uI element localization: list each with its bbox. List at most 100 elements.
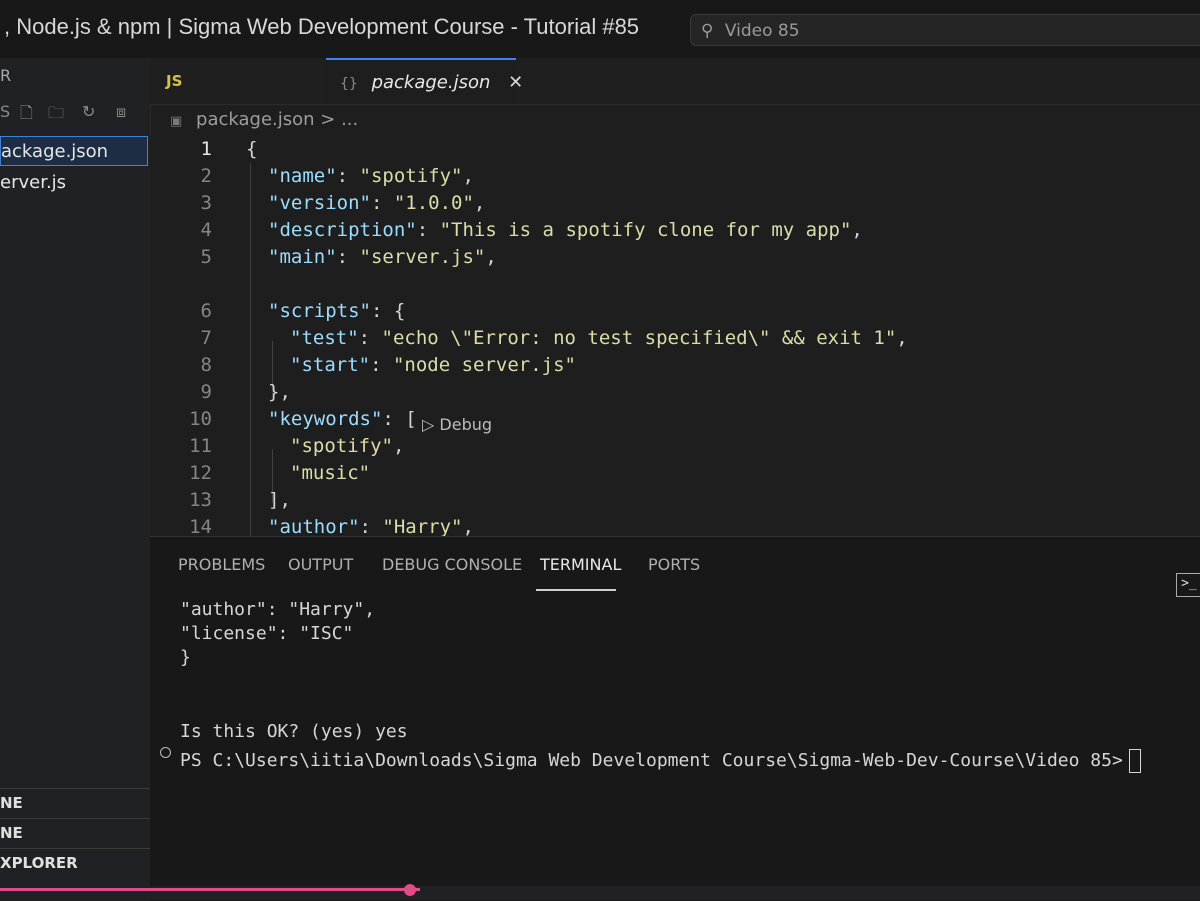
line-number: 8 (200, 354, 212, 376)
refresh-icon[interactable]: ↻ (82, 102, 95, 121)
tab-package-json[interactable]: {} package.json ✕ (326, 58, 523, 104)
json-string: "node server.js" (392, 354, 576, 376)
colon: : (336, 246, 360, 268)
tab-js-file[interactable]: JS (150, 58, 322, 104)
line-number: 3 (200, 192, 212, 214)
code-punct: , (462, 516, 474, 536)
terminal-line: "author": "Harry", (180, 599, 375, 620)
code-text: "test": "echo \"Error: no test specified… (290, 325, 908, 352)
explorer-toolbar: S 🗋 🗀 ↻ ⧈ (0, 102, 150, 128)
terminal-line: Is this OK? (yes) yes (180, 721, 408, 742)
tab-debug-console[interactable]: DEBUG CONSOLE (382, 555, 522, 574)
code-line[interactable]: 9}, (150, 379, 1200, 406)
window-title: , Node.js & npm | Sigma Web Development … (4, 14, 640, 39)
line-number: 10 (189, 408, 212, 430)
code-line[interactable]: 12 "music" (150, 460, 1200, 487)
json-string: "spotify" (290, 435, 393, 457)
breadcrumb-file[interactable]: package.json (196, 109, 315, 130)
code-line[interactable]: 14 "author": "Harry", (150, 514, 1200, 536)
explorer-header: R (0, 66, 12, 85)
title-bar: , Node.js & npm | Sigma Web Development … (0, 0, 1200, 59)
terminal-icon[interactable]: >_ (1176, 573, 1200, 597)
colon: : (336, 165, 360, 187)
code-line[interactable]: 8 "start": "node server.js" (150, 352, 1200, 379)
new-folder-icon[interactable]: 🗀 (48, 102, 64, 129)
breadcrumb[interactable]: ▣ package.json > ... (170, 106, 358, 134)
code-text: "spotify", (290, 433, 404, 460)
code-punct: : { (370, 300, 406, 322)
code-line[interactable]: 7 "test": "echo \"Error: no test specifie… (150, 325, 1200, 352)
section-timeline[interactable]: NE (0, 818, 150, 847)
active-tab-indicator (536, 589, 616, 591)
tab-problems[interactable]: PROBLEMS (178, 555, 265, 574)
code-punct: ], (268, 489, 291, 511)
breadcrumb-rest[interactable]: > ... (320, 109, 358, 130)
json-key: "scripts" (268, 300, 371, 322)
js-file-icon: JS (166, 72, 183, 90)
new-file-icon[interactable]: 🗋 (20, 102, 33, 129)
code-punct: , (851, 219, 863, 241)
json-key: "version" (268, 192, 371, 214)
line-number: 6 (200, 300, 212, 322)
colon: : (359, 516, 383, 536)
json-file-icon: {} (340, 76, 358, 92)
terminal-line: "license": "ISC" (180, 623, 353, 644)
code-line[interactable]: 3 "version": "1.0.0", (150, 190, 1200, 217)
terminal-cursor[interactable] (1128, 749, 1141, 773)
colon: : (416, 219, 440, 241)
code-line[interactable]: 10 "keywords": [ (150, 406, 1200, 433)
json-string: "1.0.0" (393, 192, 474, 214)
terminal-line-text: "author": "Harry", (180, 599, 376, 620)
code-text: }, (268, 379, 291, 406)
code-line[interactable]: 13], (150, 487, 1200, 514)
debug-codelens[interactable]: ▷ Debug (422, 415, 492, 434)
section-npm-explorer[interactable]: XPLORER (0, 848, 150, 877)
code-line[interactable]: 1{ (150, 136, 1200, 163)
editor-tabs: JS {} package.json ✕ (150, 58, 1200, 105)
close-icon[interactable]: ✕ (508, 72, 523, 93)
file-item-package-json[interactable]: ackage.json (0, 136, 148, 166)
command-center-search[interactable]: ⚲ Video 85 (690, 14, 1200, 46)
json-file-icon: ▣ (170, 114, 183, 129)
code-text: "keywords": [ (268, 406, 417, 433)
code-line[interactable]: 6 "scripts": { (150, 298, 1200, 325)
command-status-dot-icon (160, 747, 171, 758)
line-number: 14 (189, 516, 212, 536)
tab-ports[interactable]: PORTS (648, 555, 700, 574)
colon: : (370, 354, 393, 376)
terminal-line-text: PS C:\Users\iitia\Downloads\Sigma Web De… (180, 750, 1123, 771)
tab-output[interactable]: OUTPUT (288, 555, 353, 574)
code-punct: , (392, 435, 405, 457)
code-line[interactable]: 5 "main": "server.js", (150, 244, 1200, 271)
json-key: "author" (268, 516, 360, 536)
terminal-line-text: Is this OK? (yes) yes (180, 721, 408, 742)
code-line[interactable]: 4 "description": "This is a spotify clone… (150, 217, 1200, 244)
json-key: "start" (290, 354, 371, 376)
json-key: "keywords" (268, 408, 383, 430)
code-punct: : [ (382, 408, 417, 430)
line-number: 4 (200, 219, 212, 241)
code-text: "description": "This is a spotify clone … (268, 217, 863, 244)
line-number: 12 (189, 462, 212, 484)
tab-terminal[interactable]: TERMINAL (540, 555, 621, 574)
file-item-server-js[interactable]: erver.js (0, 168, 148, 198)
json-string: "This is a spotify clone for my app" (439, 219, 852, 241)
progress-knob (404, 884, 416, 896)
code-line[interactable]: 2 "name": "spotify", (150, 163, 1200, 190)
codelens-label: Debug (439, 415, 493, 434)
terminal-line-text: } (180, 647, 191, 668)
code-text: ], (268, 487, 291, 514)
line-number: 13 (189, 489, 212, 511)
code-editor[interactable]: 1{2 "name": "spotify", 3 "version": "1.0.0"… (150, 136, 1200, 536)
code-line[interactable]: 11 "spotify", (150, 433, 1200, 460)
code-punct: { (246, 138, 258, 160)
colon: : (358, 327, 382, 349)
line-number: 7 (200, 327, 212, 349)
code-punct: , (462, 165, 474, 187)
code-text: "name": "spotify", (268, 163, 474, 190)
section-outline[interactable]: NE (0, 788, 150, 817)
collapse-all-icon[interactable]: ⧈ (116, 102, 126, 122)
json-string: "server.js" (359, 246, 486, 268)
line-number: 11 (189, 435, 212, 457)
collapse-icon[interactable]: S (0, 102, 10, 121)
